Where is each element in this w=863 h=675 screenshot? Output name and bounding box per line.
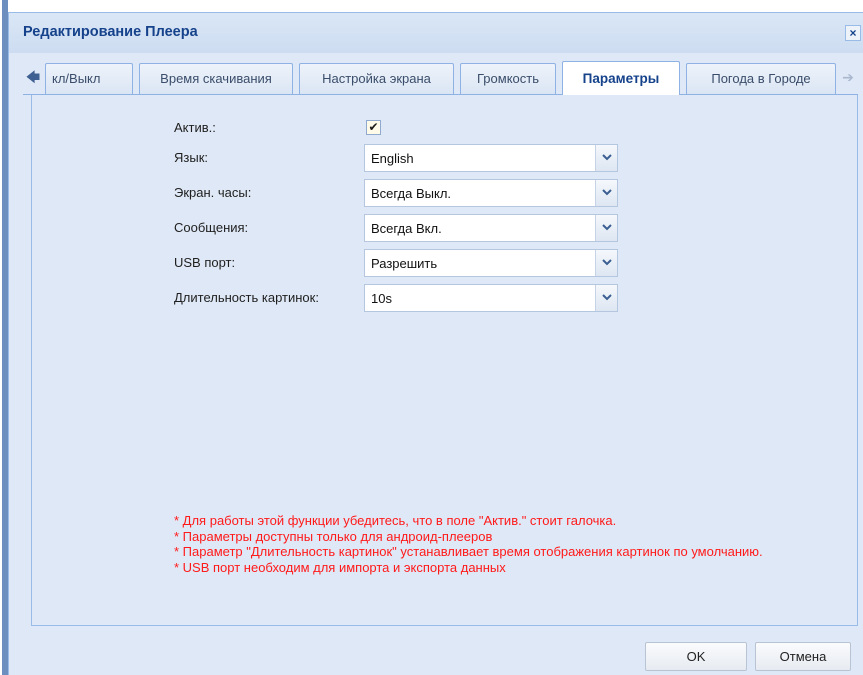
tab-scroll-left-icon[interactable]: 🡄 — [23, 62, 43, 92]
tab-on-off[interactable]: кл/Выкл — [45, 63, 133, 94]
tab-city-weather[interactable]: Погода в Городе — [686, 63, 836, 94]
ok-button[interactable]: OK — [645, 642, 747, 671]
row-screen-clock: Экран. часы: Всегда Выкл. — [32, 179, 857, 207]
tab-parameters[interactable]: Параметры — [562, 61, 680, 95]
dialog-title-bar[interactable]: Редактирование Плеера × — [9, 13, 863, 53]
row-image-duration: Длительность картинок: 10s — [32, 284, 857, 312]
tab-strip: 🡄 кл/Выкл Время скачивания Настройка экр… — [23, 61, 858, 95]
usb-port-select[interactable]: Разрешить — [364, 249, 618, 277]
language-value: English — [371, 151, 414, 166]
dialog-title: Редактирование Плеера — [23, 24, 198, 40]
parameters-panel: Актив.: ✔ Язык: English Экран. часы: Все… — [31, 95, 858, 626]
row-usb-port: USB порт: Разрешить — [32, 249, 857, 277]
tab-volume[interactable]: Громкость — [460, 63, 556, 94]
chevron-down-icon[interactable] — [595, 285, 617, 311]
screen-clock-select[interactable]: Всегда Выкл. — [364, 179, 618, 207]
messages-select[interactable]: Всегда Вкл. — [364, 214, 618, 242]
note-active: * Для работы этой функции убедитесь, что… — [174, 513, 617, 528]
messages-value: Всегда Вкл. — [371, 221, 442, 236]
screen-clock-value: Всегда Выкл. — [371, 186, 452, 201]
active-checkbox[interactable]: ✔ — [366, 120, 381, 135]
tab-download-time[interactable]: Время скачивания — [139, 63, 293, 94]
note-usb-port: * USB порт необходим для импорта и экспо… — [174, 559, 506, 575]
help-notes: * Для работы этой функции убедитесь, что… — [174, 513, 834, 575]
messages-label: Сообщения: — [174, 220, 249, 235]
usb-port-label: USB порт: — [174, 255, 236, 270]
cancel-button[interactable]: Отмена — [755, 642, 851, 671]
image-duration-label: Длительность картинок: — [174, 290, 319, 305]
chevron-down-icon[interactable] — [595, 250, 617, 276]
note-image-duration: * Параметр "Длительность картинок" устан… — [174, 544, 763, 559]
screen-clock-label: Экран. часы: — [174, 185, 252, 200]
usb-port-value: Разрешить — [371, 256, 438, 271]
tab-screen-settings[interactable]: Настройка экрана — [299, 63, 454, 94]
chevron-down-icon[interactable] — [595, 145, 617, 171]
row-messages: Сообщения: Всегда Вкл. — [32, 214, 857, 242]
language-select[interactable]: English — [364, 144, 618, 172]
player-edit-dialog: Редактирование Плеера × 🡄 кл/Выкл Время … — [8, 12, 863, 675]
chevron-down-icon[interactable] — [595, 180, 617, 206]
chevron-down-icon[interactable] — [595, 215, 617, 241]
image-duration-value: 10s — [371, 291, 392, 306]
row-active: Актив.: ✔ — [32, 114, 857, 142]
row-language: Язык: English — [32, 144, 857, 172]
note-android-only: * Параметры доступны только для андроид-… — [174, 528, 493, 544]
close-icon[interactable]: × — [845, 25, 861, 41]
active-label: Актив.: — [174, 120, 216, 135]
tab-scroll-right-icon[interactable]: ➔ — [838, 62, 858, 92]
window-left-edge — [0, 0, 8, 675]
image-duration-select[interactable]: 10s — [364, 284, 618, 312]
language-label: Язык: — [174, 150, 208, 165]
